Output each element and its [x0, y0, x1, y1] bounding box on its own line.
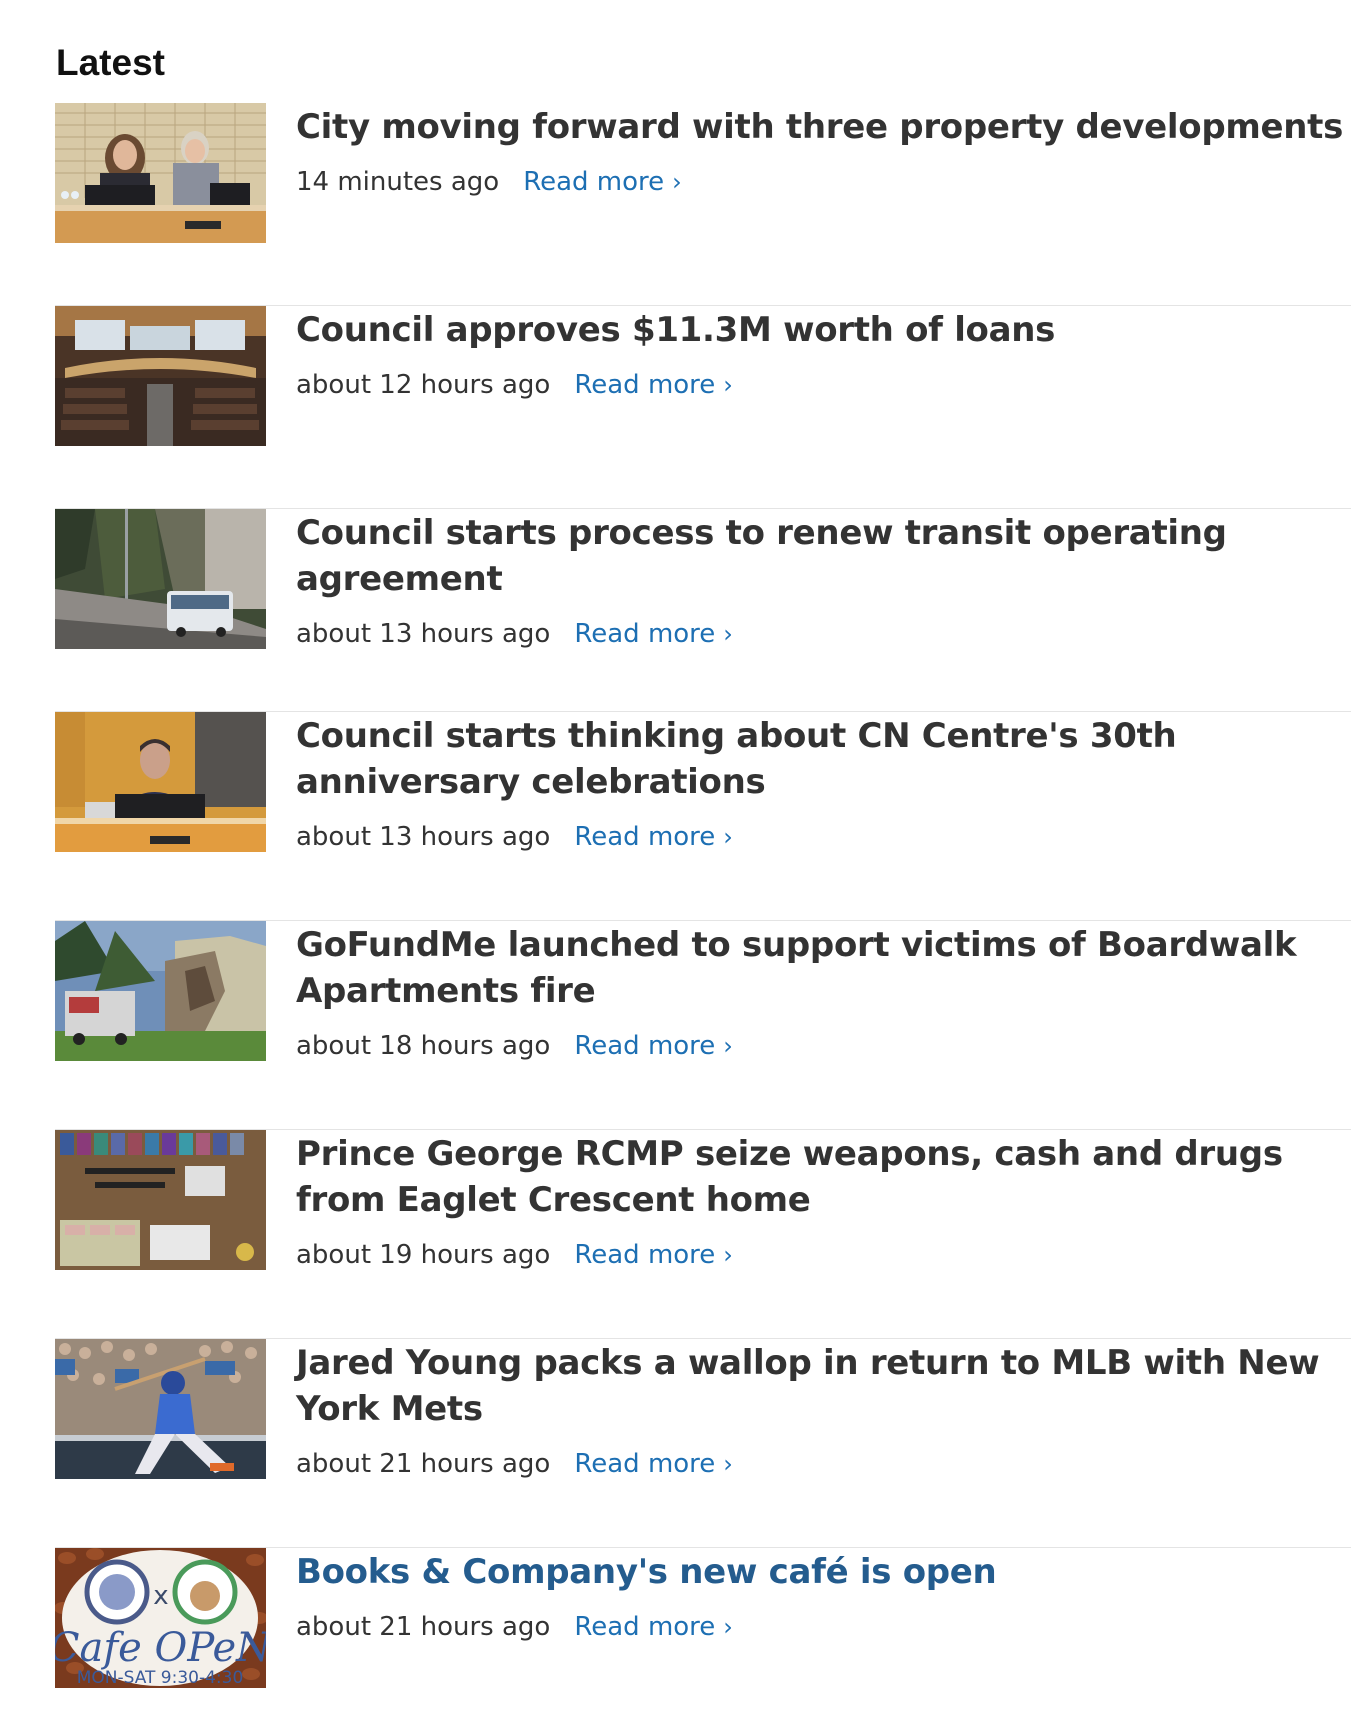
list-item: Prince George RCMP seize weapons, cash a…	[55, 1130, 1351, 1339]
article-list: City moving forward with three property …	[55, 103, 1351, 1718]
read-more-link[interactable]: Read more ›	[523, 167, 682, 197]
article-timestamp: about 21 hours ago	[296, 1449, 551, 1479]
article-headline[interactable]: Council starts process to renew transit …	[296, 509, 1351, 602]
list-item: x Cafe OPeN MON-SAT 9:30-4:30 Books & Co…	[55, 1548, 1351, 1718]
cafe-poster-x: x	[153, 1581, 168, 1611]
article-thumbnail[interactable]	[55, 509, 266, 649]
article-timestamp: about 12 hours ago	[296, 370, 551, 400]
read-more-label: Read more	[574, 1449, 716, 1479]
article-headline[interactable]: Council approves $11.3M worth of loans	[296, 306, 1351, 353]
cafe-poster-sign: Cafe OPeN	[55, 1625, 266, 1671]
article-timestamp: about 21 hours ago	[296, 1612, 551, 1642]
section-title: Latest	[56, 42, 165, 83]
article-thumbnail[interactable]	[55, 712, 266, 852]
read-more-link[interactable]: Read more ›	[574, 1240, 733, 1270]
chevron-right-icon: ›	[723, 823, 733, 851]
fire-damaged-apartments-photo	[55, 921, 266, 1061]
read-more-label: Read more	[574, 1031, 716, 1061]
article-thumbnail[interactable]	[55, 306, 266, 446]
read-more-label: Read more	[574, 822, 716, 852]
article-thumbnail[interactable]: x Cafe OPeN MON-SAT 9:30-4:30	[55, 1548, 266, 1688]
read-more-link[interactable]: Read more ›	[574, 822, 733, 852]
read-more-label: Read more	[523, 167, 665, 197]
list-item: City moving forward with three property …	[55, 103, 1351, 306]
article-timestamp: about 13 hours ago	[296, 619, 551, 649]
chevron-right-icon: ›	[723, 620, 733, 648]
article-timestamp: 14 minutes ago	[296, 167, 500, 197]
chevron-right-icon: ›	[723, 1241, 733, 1269]
chevron-right-icon: ›	[723, 1613, 733, 1641]
article-timestamp: about 19 hours ago	[296, 1240, 551, 1270]
chevron-right-icon: ›	[723, 1450, 733, 1478]
article-headline[interactable]: Prince George RCMP seize weapons, cash a…	[296, 1130, 1351, 1223]
article-thumbnail[interactable]	[55, 921, 266, 1061]
seized-items-photo	[55, 1130, 266, 1270]
article-headline[interactable]: Council starts thinking about CN Centre'…	[296, 712, 1351, 805]
councillor-speaking-photo	[55, 712, 266, 852]
read-more-link[interactable]: Read more ›	[574, 1031, 733, 1061]
article-headline[interactable]: City moving forward with three property …	[296, 103, 1351, 150]
chevron-right-icon: ›	[723, 1032, 733, 1060]
article-thumbnail[interactable]	[55, 1130, 266, 1270]
article-timestamp: about 18 hours ago	[296, 1031, 551, 1061]
list-item: Council approves $11.3M worth of loans a…	[55, 306, 1351, 509]
read-more-link[interactable]: Read more ›	[574, 370, 733, 400]
read-more-label: Read more	[574, 1612, 716, 1642]
baseball-batter-photo	[55, 1339, 266, 1479]
article-thumbnail[interactable]	[55, 1339, 266, 1479]
article-thumbnail[interactable]	[55, 103, 266, 243]
list-item: Jared Young packs a wallop in return to …	[55, 1339, 1351, 1548]
article-timestamp: about 13 hours ago	[296, 822, 551, 852]
council-meeting-photo	[55, 103, 266, 243]
read-more-label: Read more	[574, 619, 716, 649]
council-chamber-photo	[55, 306, 266, 446]
read-more-link[interactable]: Read more ›	[574, 1612, 733, 1642]
article-headline[interactable]: Books & Company's new café is open	[296, 1548, 1351, 1595]
read-more-link[interactable]: Read more ›	[574, 1449, 733, 1479]
article-headline[interactable]: Jared Young packs a wallop in return to …	[296, 1339, 1351, 1432]
read-more-link[interactable]: Read more ›	[574, 619, 733, 649]
read-more-label: Read more	[574, 370, 716, 400]
list-item: GoFundMe launched to support victims of …	[55, 921, 1351, 1130]
chevron-right-icon: ›	[672, 168, 682, 196]
cafe-open-poster: x Cafe OPeN MON-SAT 9:30-4:30	[55, 1548, 266, 1688]
list-item: Council starts thinking about CN Centre'…	[55, 712, 1351, 921]
read-more-label: Read more	[574, 1240, 716, 1270]
cafe-poster-hours: MON-SAT 9:30-4:30	[77, 1668, 244, 1688]
transit-bus-photo	[55, 509, 266, 649]
chevron-right-icon: ›	[723, 371, 733, 399]
list-item: Council starts process to renew transit …	[55, 509, 1351, 712]
article-headline[interactable]: GoFundMe launched to support victims of …	[296, 921, 1351, 1014]
